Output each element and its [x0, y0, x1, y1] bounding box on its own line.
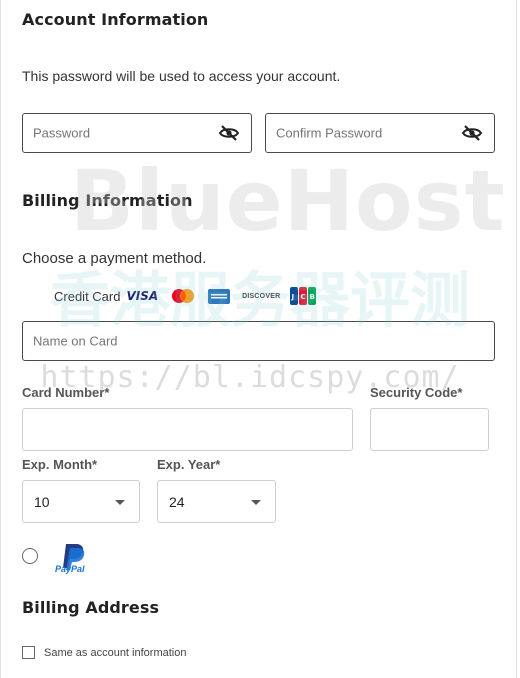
billing-address-heading: Billing Address [22, 598, 160, 617]
svg-text:C: C [301, 293, 306, 301]
exp-year-label: Exp. Year* [157, 457, 221, 472]
password-field[interactable]: Password [22, 113, 252, 153]
mastercard-logo [172, 289, 195, 303]
billing-information-heading: Billing Information [22, 191, 193, 210]
chevron-down-icon [115, 499, 125, 505]
svg-text:J: J [291, 293, 295, 301]
exp-month-select[interactable]: 10 [22, 480, 140, 523]
confirm-password-field[interactable]: Confirm Password [265, 113, 495, 153]
jcb-logo: J C B [290, 287, 317, 305]
eye-slash-icon[interactable] [219, 125, 239, 141]
credit-card-option[interactable]: Credit Card VISA DISCOVER J C B [54, 286, 328, 306]
exp-year-select[interactable]: 24 [157, 480, 276, 523]
security-code-label: Security Code* [370, 385, 463, 400]
paypal-radio[interactable] [22, 548, 38, 564]
paypal-label: PayPal [55, 564, 85, 574]
confirm-password-placeholder: Confirm Password [276, 125, 383, 141]
exp-month-value: 10 [34, 493, 50, 510]
page-border-right [516, 0, 517, 678]
name-on-card-placeholder: Name on Card [33, 333, 118, 349]
chevron-down-icon [251, 499, 261, 505]
account-information-heading: Account Information [22, 10, 209, 29]
same-as-account-label: Same as account information [44, 647, 187, 659]
discover-logo: DISCOVER [242, 292, 281, 300]
exp-month-label: Exp. Month* [22, 457, 98, 472]
choose-payment-text: Choose a payment method. [22, 250, 207, 267]
eye-slash-icon[interactable] [462, 125, 482, 141]
card-number-label: Card Number* [22, 385, 110, 400]
card-number-input[interactable] [22, 408, 353, 451]
security-code-input[interactable] [370, 408, 489, 451]
credit-card-label: Credit Card [54, 288, 121, 304]
visa-logo: VISA [126, 289, 159, 303]
name-on-card-field[interactable]: Name on Card [22, 321, 495, 361]
exp-year-value: 24 [169, 493, 185, 510]
page-border-left [0, 0, 1, 678]
amex-logo [208, 288, 231, 304]
svg-text:B: B [310, 293, 315, 301]
password-helper-text: This password will be used to access you… [22, 68, 341, 84]
same-as-account-checkbox[interactable] [22, 646, 35, 659]
password-placeholder: Password [33, 125, 91, 141]
